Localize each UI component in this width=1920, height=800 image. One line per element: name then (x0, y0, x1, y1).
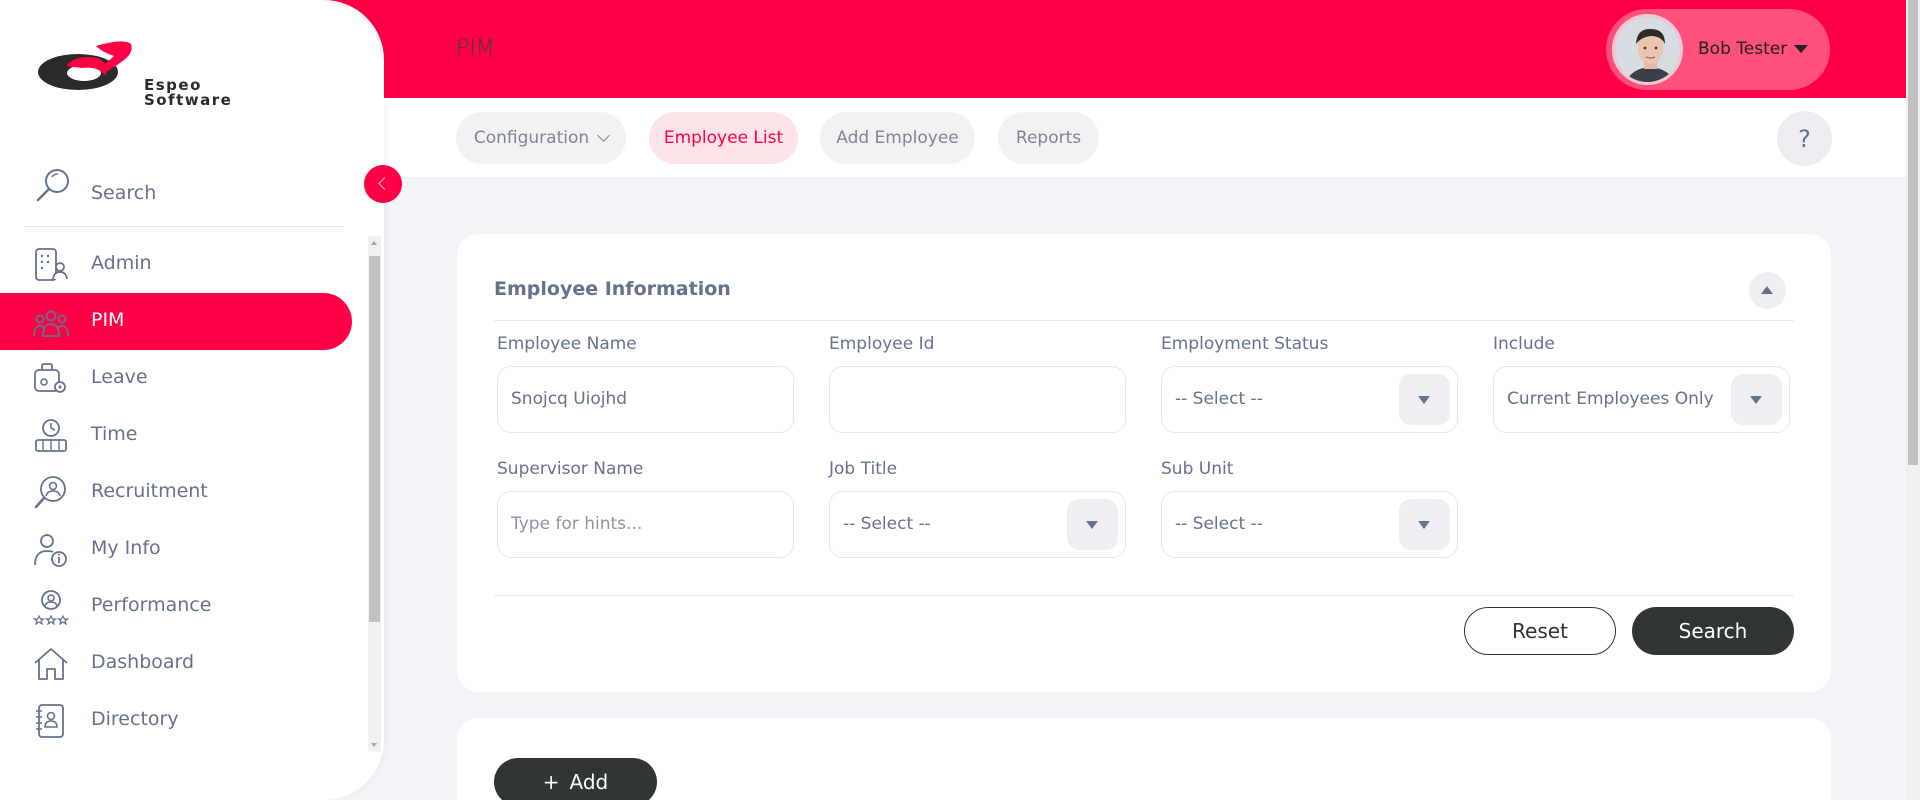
sidebar-item-recruitment[interactable]: Recruitment (0, 464, 352, 521)
job-title-label: Job Title (829, 459, 898, 479)
search-button[interactable]: Search (1632, 607, 1794, 655)
avatar (1612, 14, 1683, 85)
admin-icon (35, 248, 68, 281)
supervisor-name-placeholder: Type for hints... (511, 514, 643, 534)
company-logo: Espeo Software (36, 38, 296, 118)
sidebar-item-admin[interactable]: Admin (0, 236, 352, 293)
tab-label: Add Employee (836, 128, 959, 148)
sidebar-item-my-info[interactable]: My Info (0, 521, 352, 578)
employee-name-input[interactable]: Snojcq Uiojhd (497, 366, 794, 433)
sub-unit-label: Sub Unit (1161, 459, 1234, 479)
dropdown-button[interactable] (1399, 499, 1450, 550)
sidebar-search[interactable]: Search (24, 160, 344, 227)
logo-line-2: Software (144, 91, 233, 109)
dropdown-button[interactable] (1067, 499, 1118, 550)
user-name: Bob Tester (1698, 39, 1788, 59)
caret-down-icon (1418, 521, 1430, 529)
sidebar-item-label: PIM (91, 309, 125, 331)
performance-icon (33, 590, 69, 625)
employee-list-card: + Add (457, 718, 1831, 800)
employment-status-value: -- Select -- (1175, 389, 1263, 409)
include-select[interactable]: Current Employees Only (1493, 366, 1790, 433)
include-label: Include (1493, 334, 1555, 354)
sidebar-item-label: Admin (91, 252, 152, 274)
directory-icon (36, 704, 64, 738)
divider (494, 595, 1794, 596)
leave-icon (34, 363, 66, 393)
caret-down-icon (1418, 396, 1430, 404)
tab-label: Reports (1015, 128, 1082, 148)
job-title-select[interactable]: -- Select -- (829, 491, 1126, 558)
help-icon: ? (1798, 124, 1811, 153)
supervisor-name-label: Supervisor Name (497, 459, 644, 479)
help-button[interactable]: ? (1777, 111, 1832, 166)
sidebar-collapse-button[interactable] (364, 165, 402, 203)
page-title: PIM (456, 36, 495, 61)
sub-unit-value: -- Select -- (1175, 514, 1263, 534)
sidebar-item-directory[interactable]: Directory (0, 692, 352, 749)
sidebar-item-label: Dashboard (91, 651, 195, 673)
sub-unit-select[interactable]: -- Select -- (1161, 491, 1458, 558)
card-title: Employee Information (494, 278, 731, 300)
scroll-up-arrow-icon[interactable] (371, 241, 377, 245)
sidebar-item-label: Recruitment (91, 480, 208, 502)
tab-add-employee[interactable]: Add Employee (820, 112, 975, 164)
supervisor-name-input[interactable]: Type for hints... (497, 491, 794, 558)
sidebar-item-label: Performance (91, 594, 212, 616)
recruitment-icon (34, 476, 66, 509)
caret-down-icon (1086, 521, 1098, 529)
sidebar-search-label: Search (91, 182, 157, 204)
scrollbar-thumb[interactable] (1908, 0, 1918, 465)
sidebar-item-pim[interactable]: PIM (0, 293, 352, 350)
dropdown-button[interactable] (1399, 374, 1450, 425)
scrollbar-thumb[interactable] (369, 256, 380, 622)
employee-id-label: Employee Id (829, 334, 935, 354)
employee-name-label: Employee Name (497, 334, 637, 354)
collapse-filter-button[interactable] (1749, 272, 1786, 309)
plus-icon: + (542, 770, 560, 794)
chevron-left-icon (378, 177, 391, 190)
sidebar-item-dashboard[interactable]: Dashboard (0, 635, 352, 692)
sidebar-scrollbar[interactable] (368, 236, 381, 752)
divider (494, 320, 1794, 321)
dropdown-button[interactable] (1731, 374, 1782, 425)
tab-configuration[interactable]: Configuration (456, 112, 626, 164)
scroll-down-arrow-icon[interactable] (371, 743, 377, 747)
chevron-down-icon (597, 129, 611, 142)
sidebar-item-leave[interactable]: Leave (0, 350, 352, 407)
tab-employee-list[interactable]: Employee List (649, 112, 798, 164)
my-info-icon (34, 534, 67, 567)
sidebar-item-label: Leave (91, 366, 148, 388)
reset-button[interactable]: Reset (1464, 607, 1616, 655)
include-value: Current Employees Only (1507, 389, 1714, 409)
tab-reports[interactable]: Reports (998, 112, 1099, 164)
sidebar: Espeo Software Search Admin PIM Leave Ti… (0, 0, 384, 800)
dashboard-icon (34, 648, 68, 680)
job-title-value: -- Select -- (843, 514, 931, 534)
tab-label: Configuration (473, 128, 590, 148)
add-employee-button[interactable]: + Add (494, 758, 657, 800)
employee-filter-card: Employee Information Employee Name Snojc… (457, 234, 1831, 692)
tab-label: Employee List (663, 128, 784, 148)
employment-status-select[interactable]: -- Select -- (1161, 366, 1458, 433)
sidebar-item-performance[interactable]: Performance (0, 578, 352, 635)
employee-id-input[interactable] (829, 366, 1126, 433)
add-label: Add (569, 770, 609, 794)
caret-up-icon (1761, 286, 1773, 294)
employee-name-value: Snojcq Uiojhd (511, 389, 628, 409)
time-icon (35, 419, 67, 452)
caret-down-icon (1794, 45, 1808, 53)
sidebar-item-time[interactable]: Time (0, 407, 352, 464)
caret-down-icon (1750, 396, 1762, 404)
sidebar-item-label: My Info (91, 537, 161, 559)
search-icon (36, 169, 69, 202)
pim-icon (33, 310, 69, 337)
sidebar-item-label: Directory (91, 708, 179, 730)
logo-text: Espeo Software (144, 78, 232, 108)
employment-status-label: Employment Status (1161, 334, 1329, 354)
sidebar-item-label: Time (91, 423, 138, 445)
user-menu[interactable]: Bob Tester (1606, 9, 1830, 90)
page-scrollbar[interactable] (1906, 0, 1920, 800)
